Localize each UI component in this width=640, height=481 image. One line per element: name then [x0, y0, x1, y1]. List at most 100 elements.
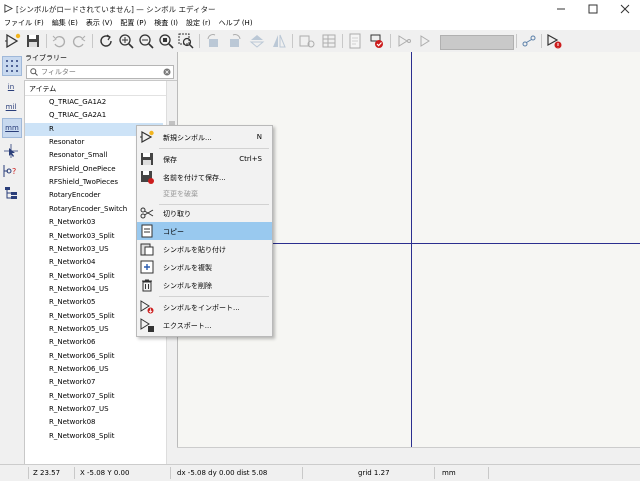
- zoom-selection-icon: [178, 33, 194, 49]
- mirror-horizontal-icon: [273, 34, 286, 48]
- unit-selector[interactable]: [440, 35, 514, 50]
- paste-icon: [140, 243, 154, 256]
- units-mm-button[interactable]: mm: [2, 118, 22, 138]
- body-style-1-button[interactable]: [395, 32, 413, 50]
- menu-edit[interactable]: 編集 (E): [48, 17, 82, 30]
- library-item[interactable]: R_Network06_Split: [25, 350, 163, 363]
- menu-delete[interactable]: シンボルを削除: [137, 276, 272, 294]
- menu-save-label: 保存: [163, 156, 177, 164]
- menu-export[interactable]: エクスポート...: [137, 316, 272, 334]
- mirror-vertical-button[interactable]: [248, 32, 266, 50]
- library-item[interactable]: R_Network08_Split: [25, 430, 163, 443]
- menu-paste-label: シンボルを貼り付け: [163, 246, 226, 254]
- library-header: ライブラリー: [25, 54, 67, 62]
- datasheet-button[interactable]: [346, 32, 364, 50]
- library-item[interactable]: Q_TRIAC_GA2A1: [25, 109, 163, 122]
- menu-paste[interactable]: シンボルを貼り付け: [137, 240, 272, 258]
- export-icon: [140, 318, 154, 332]
- check-symbol-button[interactable]: [368, 32, 386, 50]
- symbol-checker-button[interactable]: [545, 32, 563, 50]
- library-filter-placeholder: フィルター: [41, 68, 76, 76]
- zoom-out-button[interactable]: [137, 32, 155, 50]
- electrical-types-icon: ?: [3, 165, 16, 177]
- mirror-horizontal-button[interactable]: [270, 32, 288, 50]
- cursor-style-button[interactable]: [2, 142, 20, 160]
- canvas-horizontal-scrollbar[interactable]: [177, 447, 640, 465]
- body-style-2-icon: [420, 35, 430, 47]
- library-item-label: R_Network05_US: [49, 324, 109, 333]
- library-item[interactable]: Q_TRIAC_GA1A2: [25, 96, 163, 109]
- body-style-1-icon: [398, 35, 411, 47]
- hierarchy-icon: [5, 187, 17, 199]
- library-item-label: R_Network03_US: [49, 244, 109, 253]
- zoom-in-icon: [119, 34, 134, 49]
- menu-import[interactable]: シンボルをインポート...: [137, 298, 272, 316]
- menu-view[interactable]: 表示 (V): [82, 17, 116, 30]
- rotate-cw-button[interactable]: [226, 32, 244, 50]
- library-item-label: R_Network08: [49, 418, 96, 427]
- units-mil-button[interactable]: mil: [2, 98, 20, 116]
- library-item[interactable]: R_Network07_Split: [25, 390, 163, 403]
- grid-toggle-button[interactable]: [2, 56, 22, 76]
- menu-help[interactable]: ヘルプ (H): [215, 17, 257, 30]
- refresh-button[interactable]: [97, 32, 115, 50]
- library-item[interactable]: R_Network06_US: [25, 363, 163, 376]
- library-item-label: RotaryEncoder_Switch: [49, 204, 128, 213]
- zoom-in-button[interactable]: [117, 32, 135, 50]
- duplicate-icon: [140, 260, 154, 274]
- menu-file[interactable]: ファイル (F): [0, 17, 48, 30]
- menu-place[interactable]: 配置 (P): [116, 17, 150, 30]
- menu-save[interactable]: 保存 Ctrl+S: [137, 150, 272, 168]
- zoom-fit-button[interactable]: [157, 32, 175, 50]
- library-item[interactable]: R_Network07: [25, 376, 163, 389]
- menu-revert[interactable]: 変更を破棄: [137, 184, 272, 202]
- maximize-button[interactable]: [578, 0, 608, 17]
- library-item-label: R_Network04_Split: [49, 271, 115, 280]
- status-bar: Z 23.57 X -5.08 Y 0.00 dx -5.08 dy 0.00 …: [0, 464, 640, 481]
- zoom-fit-icon: [159, 34, 174, 49]
- menu-preferences[interactable]: 設定 (r): [182, 17, 215, 30]
- show-pin-numbers-button[interactable]: [520, 32, 538, 50]
- library-filter-input[interactable]: フィルター: [26, 65, 174, 79]
- units-inch-button[interactable]: in: [2, 78, 20, 96]
- library-item-label: R_Network07: [49, 378, 96, 387]
- symbol-properties-button[interactable]: [298, 32, 316, 50]
- menu-save-as-label: 名前を付けて保存...: [163, 174, 226, 182]
- minimize-button[interactable]: [546, 0, 576, 17]
- zoom-selection-button[interactable]: [177, 32, 195, 50]
- rotate-cw-icon: [230, 34, 241, 47]
- library-item[interactable]: R_Network07_US: [25, 403, 163, 416]
- undo-button[interactable]: [50, 32, 68, 50]
- save-button[interactable]: [24, 32, 42, 50]
- symbol-properties-icon: [299, 35, 315, 48]
- symbol-checker-icon: [547, 33, 562, 49]
- cursor-icon: [4, 144, 18, 158]
- library-item-label: RFShield_OnePiece: [49, 164, 116, 173]
- library-item[interactable]: R_Network06: [25, 336, 163, 349]
- import-icon: [140, 300, 154, 314]
- library-item-label: Q_TRIAC_GA1A2: [49, 98, 107, 106]
- redo-button[interactable]: [70, 32, 88, 50]
- pin-table-button[interactable]: [320, 32, 338, 50]
- menu-new-symbol[interactable]: 新規シンボル... N: [137, 128, 272, 146]
- hierarchy-button[interactable]: [2, 184, 20, 202]
- clear-filter-icon[interactable]: [163, 68, 171, 76]
- new-symbol-button[interactable]: [4, 32, 22, 50]
- menu-cut[interactable]: 切り取り: [137, 204, 272, 222]
- library-item-label: R_Network06_US: [49, 365, 109, 373]
- library-item[interactable]: R_Network08: [25, 416, 163, 429]
- library-item-label: R_Network05_Split: [49, 311, 115, 320]
- title-bar: [シンボルがロードされていません] — シンボル エディター: [0, 0, 640, 17]
- close-button[interactable]: [610, 0, 640, 17]
- library-item-label: R_Network07_US: [49, 405, 109, 414]
- pin-table-icon: [322, 34, 336, 48]
- menu-copy[interactable]: コピー: [137, 222, 272, 240]
- show-electrical-types-button[interactable]: ?: [2, 162, 20, 180]
- library-item-label: R_Network07_Split: [49, 391, 115, 400]
- rotate-ccw-button[interactable]: [204, 32, 222, 50]
- menu-inspect[interactable]: 検査 (I): [150, 17, 182, 30]
- library-item-label: Resonator: [49, 138, 85, 147]
- window-title: [シンボルがロードされていません] — シンボル エディター: [16, 5, 216, 14]
- menu-duplicate[interactable]: シンボルを複製: [137, 258, 272, 276]
- body-style-2-button[interactable]: [417, 32, 435, 50]
